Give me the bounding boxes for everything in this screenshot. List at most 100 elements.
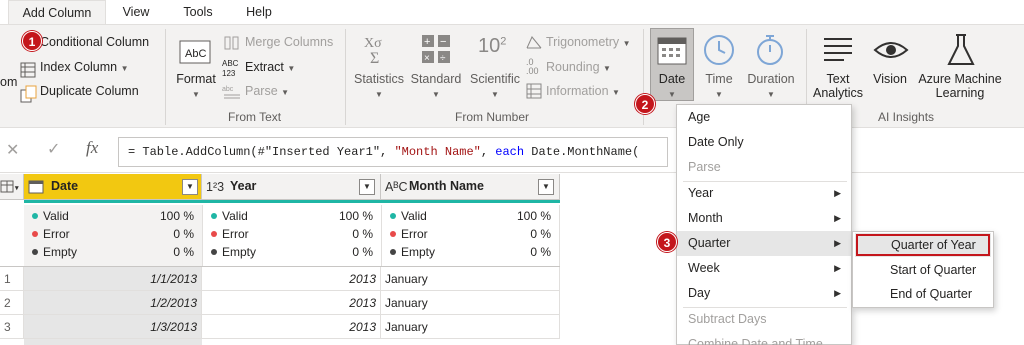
error-dot-icon [211, 231, 217, 237]
index-column-label: Index Column [40, 60, 118, 74]
menu-item-parse[interactable]: Parse [677, 155, 851, 180]
text-analytics-label-2: Analytics [812, 86, 864, 100]
from-number-group-label: From Number [455, 110, 530, 124]
format-icon: AbC [179, 40, 211, 64]
chevron-down-icon: ▼ [603, 64, 611, 73]
column-header-month-name[interactable]: AᴮC Month Name ▼ [381, 174, 560, 200]
chevron-down-icon: ▼ [192, 90, 200, 99]
chevron-down-icon: ▼ [715, 90, 723, 99]
menu-item-quarter[interactable]: Quarter ▶ [677, 231, 851, 256]
svg-text:▾: ▾ [14, 185, 19, 192]
information-button[interactable]: Information ▼ [546, 84, 620, 98]
standard-icon: + −× ÷ [422, 35, 450, 64]
valid-label: Valid [32, 209, 69, 223]
extract-button[interactable]: Extract ▼ [245, 60, 295, 74]
step-badge-3: 3 [657, 232, 677, 252]
chevron-down-icon: ▼ [287, 64, 296, 73]
trigonometry-label: Trigonometry [546, 35, 620, 49]
chevron-down-icon: ▼ [120, 64, 129, 73]
menu-item-end-of-quarter[interactable]: End of Quarter [853, 282, 993, 306]
merge-columns-icon [224, 36, 239, 50]
svg-text:×: × [424, 53, 430, 64]
rounding-button[interactable]: Rounding ▼ [546, 60, 611, 74]
cell-year: 2013 [202, 291, 381, 315]
azure-ml-button[interactable]: Azure Machine Learning [914, 72, 1006, 100]
power-query-window: Add Column View Tools Help om Conditiona… [0, 0, 1024, 345]
column-quality-year: Valid 100 % Error 0 % Empty 0 % [202, 205, 381, 266]
menu-item-year[interactable]: Year ▶ [677, 181, 851, 206]
menu-item-combine-date-time[interactable]: Combine Date and Time [677, 332, 851, 345]
scientific-label: Scientific [469, 72, 521, 86]
column-quality-month: Valid 100 % Error 0 % Empty 0 % [381, 205, 560, 266]
cancel-icon[interactable]: ✕ [6, 140, 19, 160]
statistics-icon: ΧσΣ [364, 36, 382, 65]
duplicate-column-button[interactable]: Duplicate Column [40, 84, 139, 98]
column-filter-dropdown-icon[interactable]: ▼ [359, 179, 375, 195]
svg-text:Χσ: Χσ [364, 36, 382, 51]
calendar-type-icon [28, 180, 44, 194]
standard-button[interactable]: Standard ▼ [408, 72, 464, 100]
formula-input[interactable]: = Table.AddColumn(#"Inserted Year1", "Mo… [118, 137, 668, 167]
text-analytics-button[interactable]: Text Analytics [810, 72, 866, 100]
duration-button[interactable]: Duration ▼ [744, 72, 798, 100]
from-text-group-label: From Text [228, 110, 282, 124]
rounding-icon: .0.00 [526, 57, 539, 76]
extract-icon: ABC123 [222, 59, 239, 78]
row-number: 3 [0, 315, 24, 339]
column-filter-dropdown-icon[interactable]: ▼ [538, 179, 554, 195]
date-label: Date [658, 72, 686, 86]
error-dot-icon [32, 231, 38, 237]
svg-text:ABC: ABC [222, 59, 239, 68]
column-header-date[interactable]: Date ▼ [24, 174, 202, 200]
tab-view[interactable]: View [108, 0, 164, 24]
vision-eye-icon [873, 42, 909, 58]
commit-icon[interactable]: ✓ [47, 139, 60, 159]
column-header-year[interactable]: 1²3 Year ▼ [202, 174, 381, 200]
menu-item-day[interactable]: Day ▶ [677, 281, 851, 306]
tab-help[interactable]: Help [232, 0, 286, 24]
text-type-icon: AᴮC [385, 180, 408, 194]
vision-button[interactable]: Vision [868, 72, 912, 86]
cell-date: 1/3/2013 [24, 315, 202, 339]
tab-tools[interactable]: Tools [168, 0, 228, 24]
date-button[interactable]: Date ▼ [650, 72, 694, 100]
time-label: Time [705, 72, 733, 86]
menu-item-subtract-days[interactable]: Subtract Days [677, 307, 851, 332]
merge-columns-button[interactable]: Merge Columns [245, 35, 333, 49]
error-label: Error [32, 227, 70, 241]
time-button[interactable]: Time ▼ [696, 72, 742, 100]
svg-text:Σ: Σ [370, 50, 379, 65]
ribbon: om Conditional Column Index Column ▼ Dup… [0, 24, 1024, 128]
index-column-button[interactable]: Index Column ▼ [40, 60, 129, 74]
column-filter-dropdown-icon[interactable]: ▼ [182, 179, 198, 195]
conditional-column-button[interactable]: Conditional Column [40, 35, 149, 49]
index-column-icon [20, 62, 36, 78]
svg-text:+: + [424, 36, 430, 48]
menu-item-month[interactable]: Month ▶ [677, 206, 851, 231]
parse-button[interactable]: Parse ▼ [245, 84, 289, 98]
table-menu-corner[interactable]: ▾ [0, 174, 24, 200]
chevron-down-icon: ▼ [622, 39, 631, 48]
menu-item-start-of-quarter[interactable]: Start of Quarter [853, 258, 993, 282]
statistics-button[interactable]: Statistics ▼ [352, 72, 406, 100]
standard-label: Standard [410, 72, 462, 86]
empty-dot-icon [211, 249, 217, 255]
tab-add-column[interactable]: Add Column [8, 0, 106, 24]
format-button[interactable]: Format ▼ [172, 72, 220, 100]
svg-text:÷: ÷ [440, 53, 446, 64]
fx-icon[interactable]: fx [86, 138, 98, 158]
chevron-down-icon: ▼ [491, 90, 499, 99]
menu-item-age[interactable]: Age [677, 105, 851, 130]
parse-icon: abc [222, 86, 240, 99]
scientific-button[interactable]: Scientific ▼ [466, 72, 524, 100]
valid-value: 100 % [159, 209, 194, 223]
menu-item-quarter-of-year[interactable]: Quarter of Year [855, 233, 991, 257]
ai-insights-group-label: AI Insights [878, 110, 935, 124]
trigonometry-button[interactable]: Trigonometry ▼ [546, 35, 631, 49]
menu-item-week[interactable]: Week ▶ [677, 256, 851, 281]
quarter-submenu: Quarter of Year Start of Quarter End of … [852, 231, 994, 308]
column-from-examples-partial-label[interactable]: om [0, 75, 17, 89]
menu-item-date-only[interactable]: Date Only [677, 130, 851, 155]
chevron-down-icon: ▼ [612, 88, 620, 97]
rounding-label: Rounding [546, 60, 600, 74]
